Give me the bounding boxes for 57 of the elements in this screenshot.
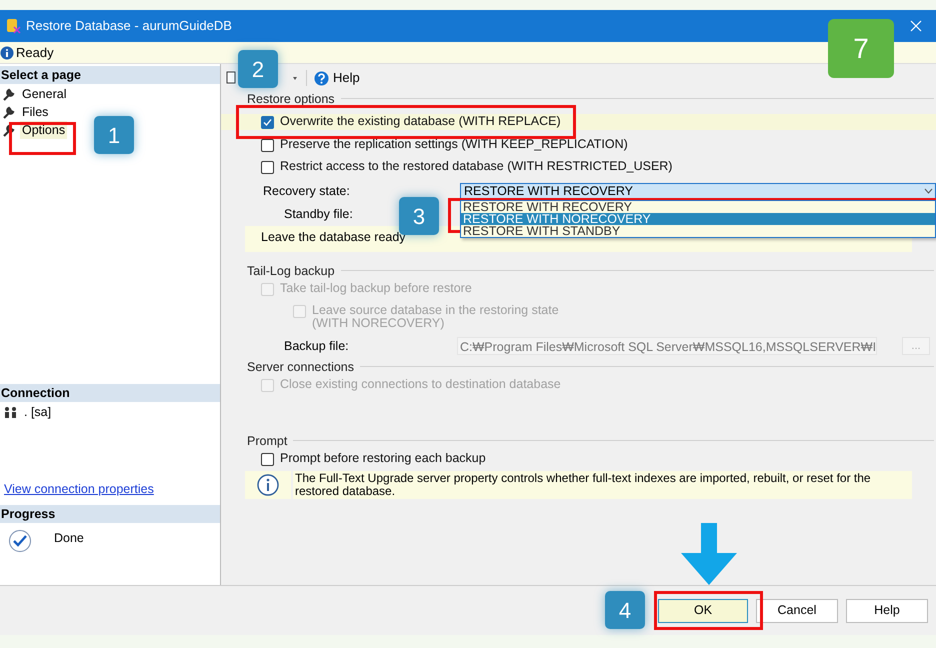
checkbox-label: Close existing connections to destination database [280,378,561,391]
dialog-button[interactable]: Help [846,598,928,622]
checkbox-label: Restrict access to the restored database (WITH RESTRICTED_USER) [280,160,672,173]
caret-icon[interactable] [291,74,299,82]
checkbox-label: Leave source database in the restoring state (WITH NORECOVERY) [312,304,559,330]
dropdown-option[interactable]: RESTORE WITH RECOVERY [461,201,935,213]
standby-file-label: Standby file: [284,206,353,223]
down-arrow-icon [681,523,737,585]
users-icon [3,406,19,418]
section-title: Prompt [247,433,288,450]
checkbox[interactable] [261,116,274,129]
recovery-state-dropdown[interactable]: RESTORE WITH RECOVERY [460,182,936,200]
connection-properties-link[interactable]: View connection properties [0,480,154,499]
help-button[interactable]: Help [333,68,360,88]
recovery-state-label: Recovery state: [263,182,351,200]
window-title: Restore Database - aurumGuideDB [26,17,232,36]
info-icon [0,46,14,60]
checkbox[interactable] [261,453,274,466]
step-badge: 1 [94,116,134,154]
section-title: Server connections [247,359,354,376]
checkbox[interactable] [261,161,274,174]
page-item[interactable]: General [20,84,68,104]
section-header: Connection [0,384,220,402]
step-badge: 3 [399,197,439,235]
highlight-frame [9,122,76,155]
dropdown-option[interactable]: RESTORE WITH STANDBY [461,225,935,237]
backup-file-label: Backup file: [284,338,350,355]
check-circle-icon [8,528,32,553]
checkbox-label: Prompt before restoring each backup [280,452,486,465]
section-title: Tail-Log backup [247,263,335,280]
checkbox-label: Take tail-log backup before restore [280,282,472,295]
help-icon[interactable] [314,70,329,86]
info-icon [257,474,279,496]
step-badge: 2 [238,50,278,88]
dialog-button[interactable]: Cancel [756,598,838,622]
dialog-button[interactable]: OK [658,598,748,622]
step-badge: 4 [605,591,645,629]
status-text: Ready [16,44,54,62]
wrench-icon [2,86,17,102]
backup-file-field[interactable]: C:₩Program Files₩Microsoft SQL Server₩MSSQL16,MSSQLSERVER₩I [457,337,877,355]
section-header: Progress [0,504,220,523]
close-icon[interactable] [910,20,922,32]
info-note: The Full-Text Upgrade server property controls whether full-text indexes are imported, rebuilt, or reset for the restored database. [293,471,912,499]
checkbox[interactable] [261,139,274,152]
section-header: Select a page [0,66,220,84]
wrench-icon [2,122,17,138]
database-icon [5,18,21,34]
progress-status: Done [54,530,84,547]
page-item[interactable]: Files [20,102,50,122]
chevron-down-icon [924,188,933,194]
connection-server: . [sa] [24,404,52,421]
wrench-icon [2,104,17,120]
checkbox-label: Overwrite the existing database (WITH REPLACE) [280,115,561,128]
section-title: Restore options [247,91,335,108]
checkbox-label: Preserve the replication settings (WITH KEEP_REPLICATION) [280,138,628,151]
step-badge: 7 [828,19,894,78]
dropdown-option[interactable]: RESTORE WITH NORECOVERY [461,213,935,225]
